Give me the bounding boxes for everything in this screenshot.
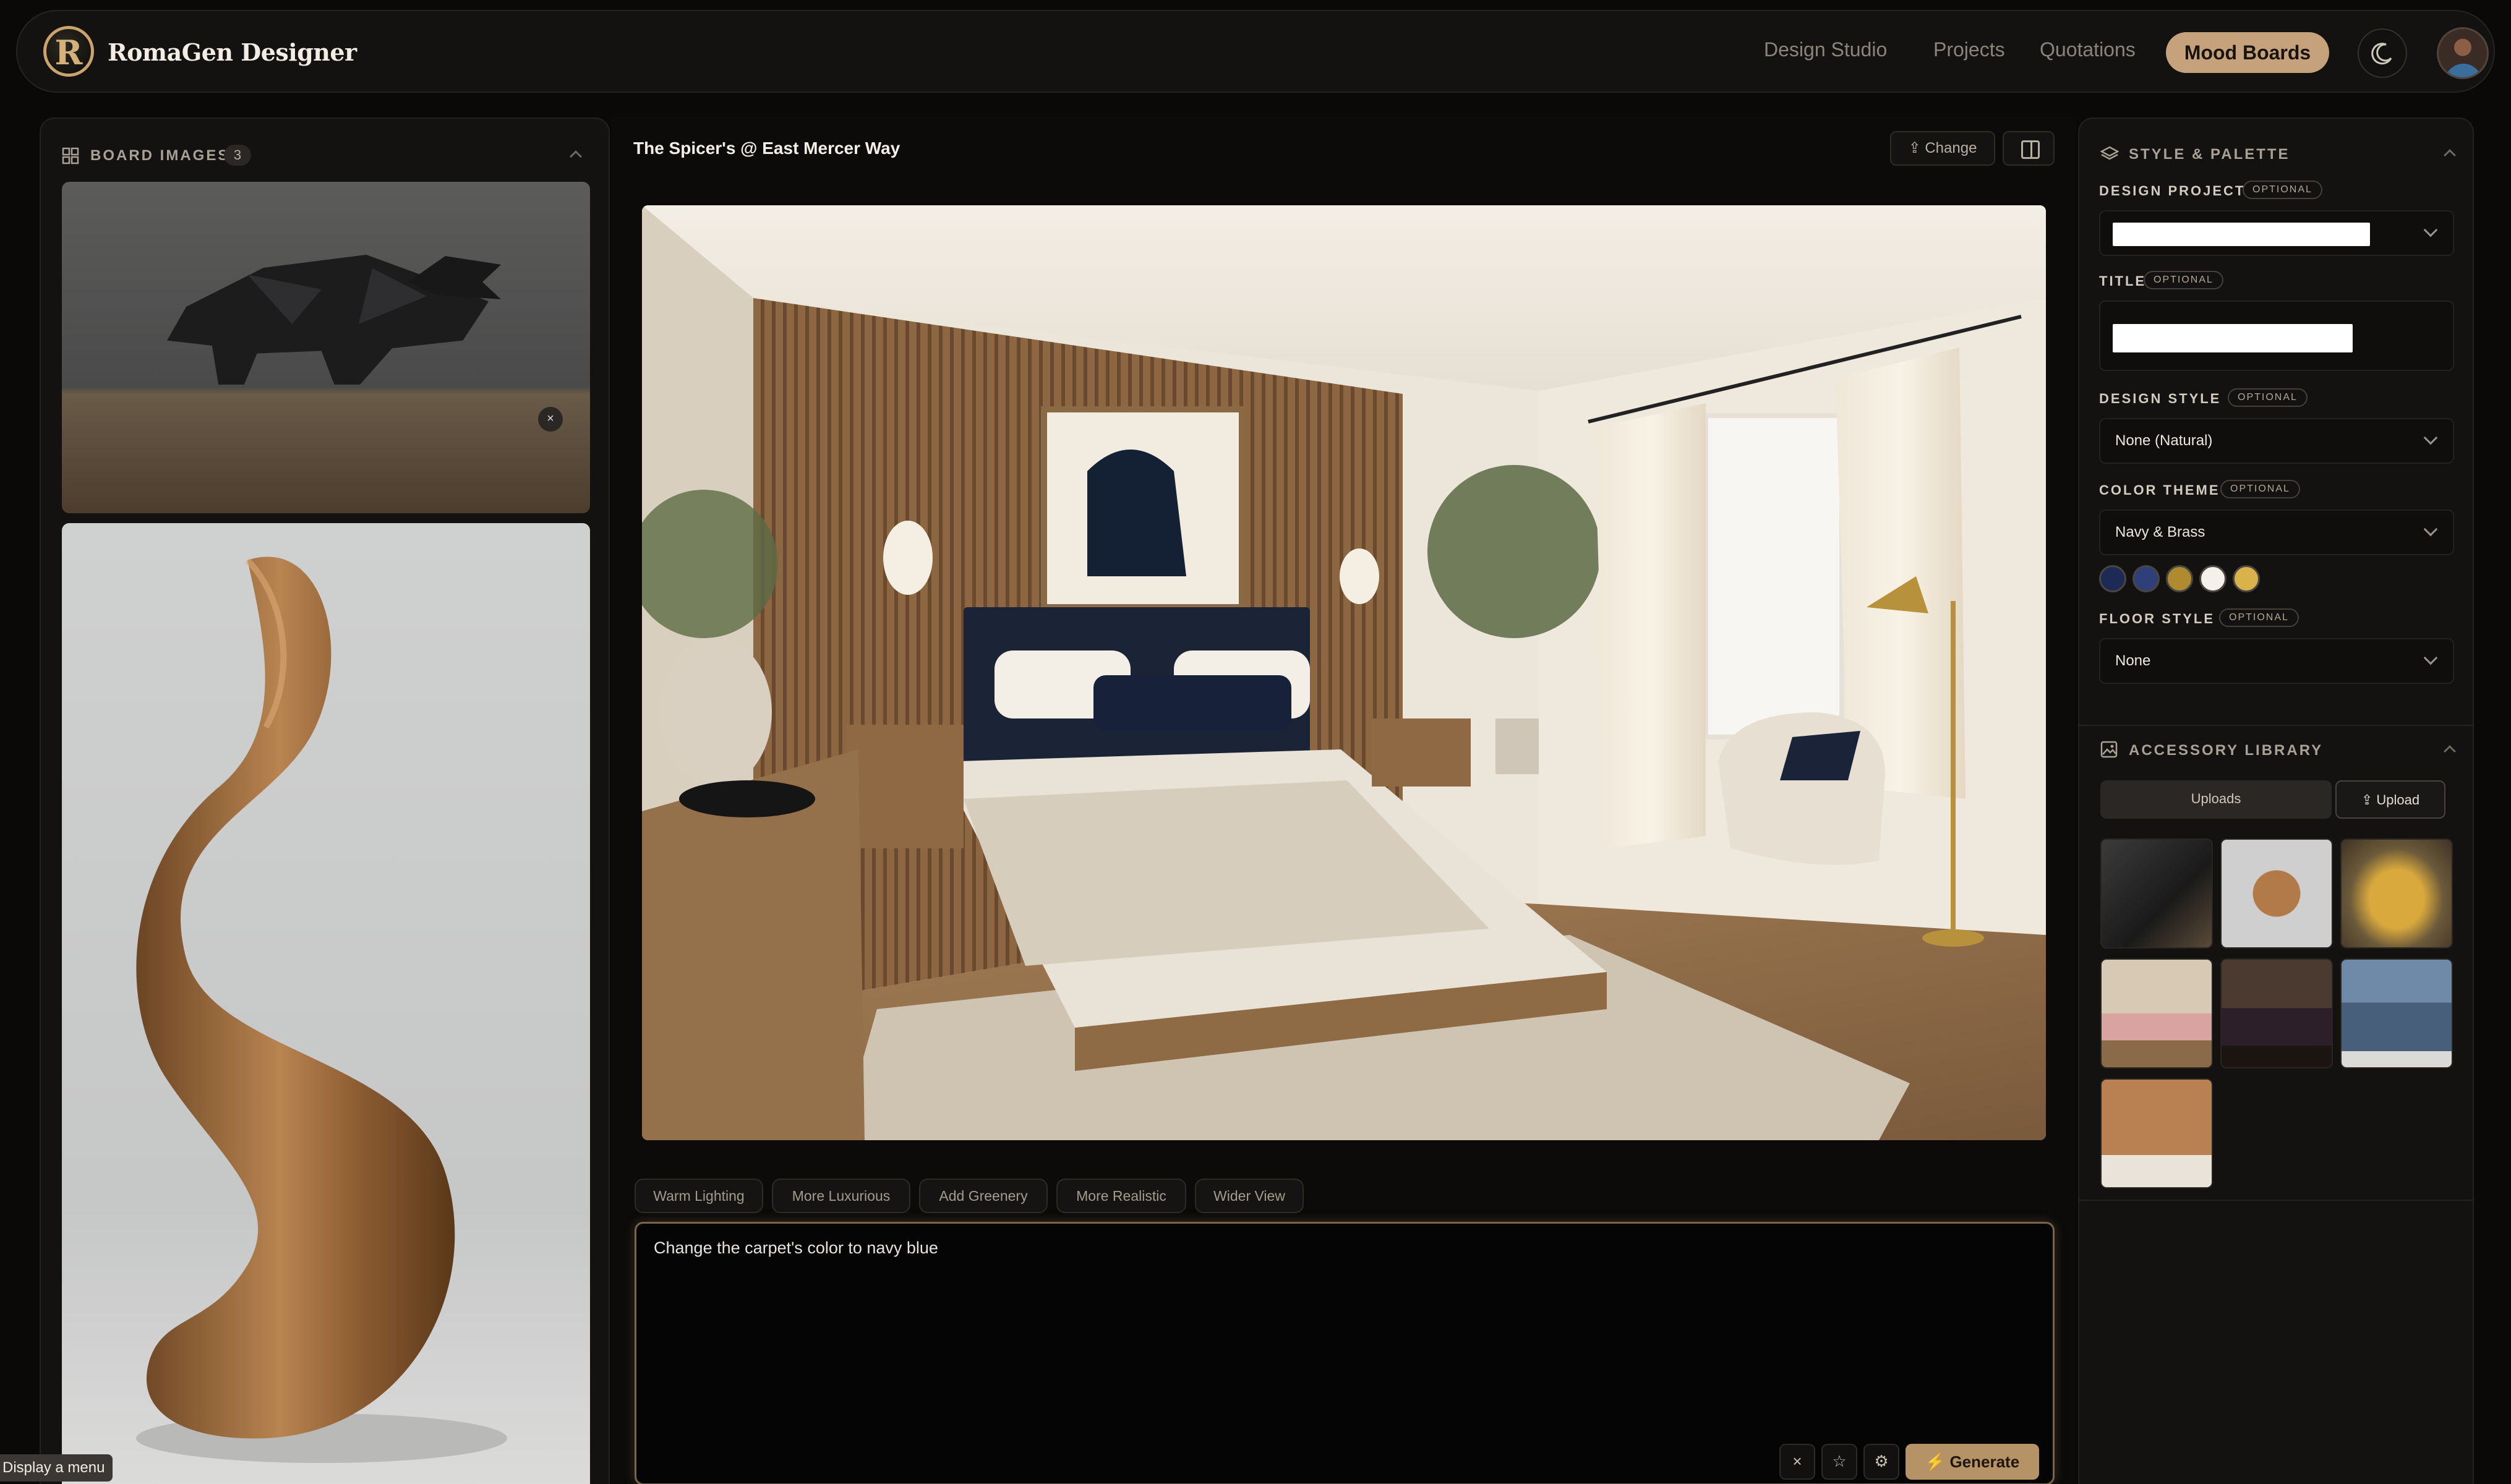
- menu-tooltip: Display a menu: [0, 1454, 113, 1482]
- chevron-down-icon: [2423, 650, 2438, 665]
- chevron-down-icon: [2423, 430, 2438, 445]
- upload-icon: ⇪: [1908, 140, 1925, 156]
- board-images-title: BOARD IMAGES: [90, 147, 230, 164]
- change-image-button[interactable]: ⇪ Change: [1890, 131, 1995, 166]
- toggle-panel-button[interactable]: [2003, 131, 2055, 166]
- upload-button[interactable]: ⇪ Upload: [2335, 780, 2445, 819]
- optional-badge: OPTIONAL: [2243, 181, 2322, 199]
- design-project-label: DESIGN PROJECT: [2099, 183, 2246, 198]
- accessory-thumb-pink-bedroom[interactable]: [2100, 958, 2213, 1068]
- wave-sculpture: [136, 556, 507, 1463]
- star-icon: ☆: [1832, 1452, 1847, 1470]
- moon-icon: [2371, 43, 2392, 65]
- title-value: [2113, 324, 2353, 352]
- color-swatch-gold[interactable]: [2233, 565, 2260, 592]
- accessory-thumb-blue-sofa[interactable]: [2340, 958, 2453, 1068]
- chip-wider-view[interactable]: Wider View: [1195, 1179, 1304, 1213]
- gear-icon: ⚙: [1874, 1452, 1889, 1470]
- accessory-thumb-gold-bull[interactable]: [2340, 838, 2453, 949]
- nav-mood-boards[interactable]: Mood Boards: [2166, 32, 2329, 73]
- chip-more-luxurious[interactable]: More Luxurious: [772, 1179, 910, 1213]
- title-input[interactable]: [2099, 301, 2454, 371]
- collapse-style-palette-icon[interactable]: [2444, 149, 2456, 161]
- uploads-tab[interactable]: Uploads: [2100, 780, 2332, 819]
- layers-icon: [2100, 146, 2119, 160]
- collapse-accessory-library-icon[interactable]: [2444, 745, 2456, 757]
- section-divider: [2079, 1200, 2473, 1201]
- design-style-label: DESIGN STYLE: [2099, 391, 2222, 406]
- accessory-thumb-black-bull[interactable]: [2100, 838, 2213, 949]
- color-swatch-brass[interactable]: [2166, 565, 2193, 592]
- clear-prompt-button[interactable]: ×: [1779, 1444, 1815, 1480]
- color-theme-select[interactable]: Navy & Brass: [2099, 510, 2454, 555]
- floor-style-value: None: [2115, 652, 2151, 669]
- color-swatch-ivory[interactable]: [2199, 565, 2227, 592]
- board-title: The Spicer's @ East Mercer Way: [633, 139, 900, 158]
- chevron-down-icon: [2423, 223, 2438, 237]
- accessory-library-title: ACCESSORY LIBRARY: [2129, 742, 2324, 759]
- theme-toggle-button[interactable]: [2358, 28, 2407, 78]
- design-style-select[interactable]: None (Natural): [2099, 418, 2454, 464]
- accessory-thumb-dark-bedroom[interactable]: [2220, 958, 2333, 1068]
- board-images-panel: BOARD IMAGES 3: [40, 117, 610, 1484]
- remove-image-icon[interactable]: ×: [538, 407, 563, 432]
- floor-style-label: FLOOR STYLE: [2099, 611, 2215, 626]
- grid-icon: [62, 147, 79, 164]
- board-image-wave[interactable]: [62, 523, 590, 1484]
- color-swatch-navy[interactable]: [2099, 565, 2126, 592]
- chip-add-greenery[interactable]: Add Greenery: [919, 1179, 1048, 1213]
- title-label: TITLE: [2099, 273, 2147, 289]
- generate-label: Generate: [1949, 1452, 2020, 1471]
- style-palette-panel: STYLE & PALETTE DESIGN PROJECT OPTIONAL …: [2078, 117, 2474, 1484]
- section-divider: [2079, 725, 2473, 726]
- optional-badge: OPTIONAL: [2228, 388, 2308, 407]
- design-project-select[interactable]: [2099, 210, 2454, 256]
- color-theme-value: Navy & Brass: [2115, 524, 2205, 540]
- accessory-thumb-wood-wave[interactable]: [2220, 838, 2333, 949]
- accessory-thumb-wood-texture[interactable]: [2100, 1078, 2213, 1188]
- style-palette-title: STYLE & PALETTE: [2129, 146, 2290, 163]
- image-icon: [2100, 741, 2118, 758]
- color-theme-label: COLOR THEME: [2099, 482, 2220, 498]
- optional-badge: OPTIONAL: [2219, 608, 2299, 627]
- upload-label: Upload: [2376, 792, 2420, 808]
- prompt-settings-button[interactable]: ⚙: [1863, 1444, 1899, 1480]
- floor-style-select[interactable]: None: [2099, 638, 2454, 684]
- user-avatar[interactable]: [2437, 27, 2489, 79]
- prompt-input[interactable]: Change the carpet's color to navy blue ×…: [635, 1222, 2055, 1484]
- nav-design-studio[interactable]: Design Studio: [1764, 38, 1887, 61]
- chevron-down-icon: [2423, 522, 2438, 537]
- close-icon: ×: [1792, 1452, 1802, 1470]
- generate-button[interactable]: ⚡ Generate: [1906, 1444, 2039, 1480]
- nav-projects[interactable]: Projects: [1933, 38, 2005, 61]
- chip-warm-lighting[interactable]: Warm Lighting: [635, 1179, 763, 1213]
- favorite-prompt-button[interactable]: ☆: [1821, 1444, 1857, 1480]
- optional-badge: OPTIONAL: [2220, 480, 2300, 498]
- generated-room-image[interactable]: [642, 205, 2046, 1140]
- board-images-count: 3: [224, 145, 251, 166]
- prompt-text[interactable]: Change the carpet's color to navy blue: [654, 1239, 938, 1258]
- brand-logo[interactable]: R: [43, 26, 94, 77]
- nav-quotations[interactable]: Quotations: [2040, 38, 2136, 61]
- logo-letter: R: [54, 33, 83, 72]
- design-style-value: None (Natural): [2115, 432, 2213, 449]
- brand-name[interactable]: RomaGen Designer: [108, 38, 357, 66]
- bedroom-render: [642, 205, 2046, 1140]
- lightning-icon: ⚡: [1925, 1452, 1950, 1471]
- optional-badge: OPTIONAL: [2144, 271, 2223, 289]
- top-navigation-bar: R RomaGen Designer Design Studio Project…: [16, 10, 2495, 93]
- canvas-area: The Spicer's @ East Mercer Way ⇪ Change: [611, 117, 2077, 1484]
- upload-icon: ⇪: [2361, 792, 2377, 808]
- change-label: Change: [1925, 140, 1977, 156]
- collapse-board-images-icon[interactable]: [570, 150, 582, 163]
- design-project-value: [2113, 223, 2370, 246]
- color-swatch-blue[interactable]: [2132, 565, 2160, 592]
- chip-more-realistic[interactable]: More Realistic: [1056, 1179, 1186, 1213]
- board-image-bull[interactable]: [62, 182, 590, 513]
